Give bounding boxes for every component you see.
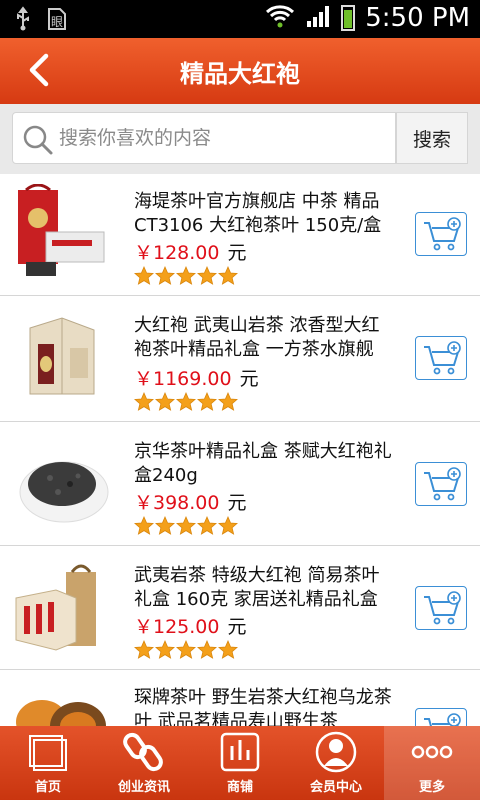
page-title: 精品大红袍 [180, 60, 300, 88]
bottom-tab-bar: 首页 创业资讯 商铺 会员中心 更多 [0, 726, 480, 800]
star-icon [176, 266, 196, 285]
rating-stars [134, 266, 238, 286]
price-unit: 元 [227, 616, 247, 638]
star-icon [155, 266, 175, 285]
product-item[interactable]: 大红袍 武夷山岩茶 浓香型大红袍茶叶精品礼盒 一方茶水旗舰 ￥1169.00 元 [0, 296, 480, 422]
rating-stars [134, 516, 238, 536]
add-to-cart-button[interactable] [415, 212, 467, 256]
member-icon [312, 730, 360, 774]
price-unit: 元 [227, 242, 247, 264]
battery-icon [341, 5, 356, 31]
title-bar: 精品大红袍 [0, 38, 480, 104]
tab-label: 创业资讯 [117, 780, 170, 795]
tab-member[interactable]: 会员中心 [288, 726, 384, 800]
cart-icon [424, 217, 461, 251]
star-icon [176, 516, 196, 535]
link-icon [120, 730, 168, 774]
add-to-cart-button[interactable] [415, 708, 467, 726]
star-icon [176, 392, 196, 411]
product-price: ￥1169.00 元 [134, 364, 259, 391]
search-bar: 搜索 [0, 104, 480, 174]
shop-icon [216, 730, 264, 774]
product-item[interactable]: 海堤茶叶官方旗舰店 中茶 精品CT3106 大红袍茶叶 150克/盒 ￥128.… [0, 174, 480, 296]
tab-label: 商铺 [226, 780, 253, 795]
tab-label: 首页 [34, 780, 61, 795]
home-icon [24, 730, 72, 774]
more-icon [408, 730, 456, 774]
star-icon [197, 266, 217, 285]
cart-icon [424, 591, 461, 625]
price-value: ￥125.00 [134, 616, 220, 638]
product-name: 京华茶叶精品礼盒 茶赋大红袍礼盒240g [134, 441, 392, 486]
status-bar: 眼 5:50 PM [0, 0, 480, 38]
product-price: ￥398.00 元 [134, 488, 247, 515]
cart-icon [424, 713, 461, 726]
tab-label: 会员中心 [309, 780, 362, 795]
product-item[interactable]: 琛牌茶叶 野生岩茶大红袍乌龙茶叶 武品茗精品寿山野生茶 [0, 670, 480, 726]
svg-text:眼: 眼 [51, 15, 63, 29]
star-icon [155, 516, 175, 535]
star-icon [176, 640, 196, 659]
product-name: 武夷岩茶 特级大红袍 简易茶叶礼盒 160克 家居送礼精品礼盒 [134, 565, 380, 610]
tab-more[interactable]: 更多 [384, 726, 480, 800]
product-image [12, 682, 110, 726]
product-image [12, 308, 110, 406]
star-icon [197, 392, 217, 411]
star-icon [197, 516, 217, 535]
product-image [12, 558, 110, 656]
star-icon [134, 640, 154, 659]
cart-icon [424, 341, 461, 375]
tab-shop[interactable]: 商铺 [192, 726, 288, 800]
tab-news[interactable]: 创业资讯 [96, 726, 192, 800]
product-name: 琛牌茶叶 野生岩茶大红袍乌龙茶叶 武品茗精品寿山野生茶 [134, 687, 392, 726]
tab-label: 更多 [418, 780, 445, 795]
product-image [12, 434, 110, 532]
signal-icon [305, 3, 331, 33]
product-list[interactable]: 海堤茶叶官方旗舰店 中茶 精品CT3106 大红袍茶叶 150克/盒 ￥128.… [0, 174, 480, 726]
price-value: ￥1169.00 [134, 368, 232, 390]
clock: 5:50 PM [365, 3, 470, 33]
star-icon [134, 266, 154, 285]
star-icon [197, 640, 217, 659]
star-icon [218, 392, 238, 411]
search-box[interactable] [12, 112, 396, 164]
star-icon [134, 516, 154, 535]
rating-stars [134, 640, 238, 660]
wifi-icon [265, 3, 295, 33]
sim-icon: 眼 [46, 6, 68, 38]
search-input[interactable] [59, 121, 379, 155]
product-price: ￥125.00 元 [134, 612, 247, 639]
product-name: 大红袍 武夷山岩茶 浓香型大红袍茶叶精品礼盒 一方茶水旗舰 [134, 315, 380, 360]
product-price: ￥128.00 元 [134, 238, 247, 265]
product-name: 海堤茶叶官方旗舰店 中茶 精品CT3106 大红袍茶叶 150克/盒 [134, 191, 382, 236]
price-value: ￥128.00 [134, 242, 220, 264]
usb-icon [14, 6, 32, 38]
price-unit: 元 [227, 492, 247, 514]
search-button[interactable]: 搜索 [396, 112, 468, 164]
add-to-cart-button[interactable] [415, 336, 467, 380]
star-icon [218, 640, 238, 659]
price-value: ￥398.00 [134, 492, 220, 514]
star-icon [134, 392, 154, 411]
cart-icon [424, 467, 461, 501]
tab-home[interactable]: 首页 [0, 726, 96, 800]
rating-stars [134, 392, 238, 412]
add-to-cart-button[interactable] [415, 462, 467, 506]
product-image [12, 184, 110, 282]
star-icon [218, 516, 238, 535]
star-icon [155, 640, 175, 659]
search-icon [21, 123, 55, 161]
product-item[interactable]: 武夷岩茶 特级大红袍 简易茶叶礼盒 160克 家居送礼精品礼盒 ￥125.00 元 [0, 546, 480, 670]
product-item[interactable]: 京华茶叶精品礼盒 茶赋大红袍礼盒240g ￥398.00 元 [0, 422, 480, 546]
star-icon [218, 266, 238, 285]
star-icon [155, 392, 175, 411]
add-to-cart-button[interactable] [415, 586, 467, 630]
price-unit: 元 [239, 368, 259, 390]
